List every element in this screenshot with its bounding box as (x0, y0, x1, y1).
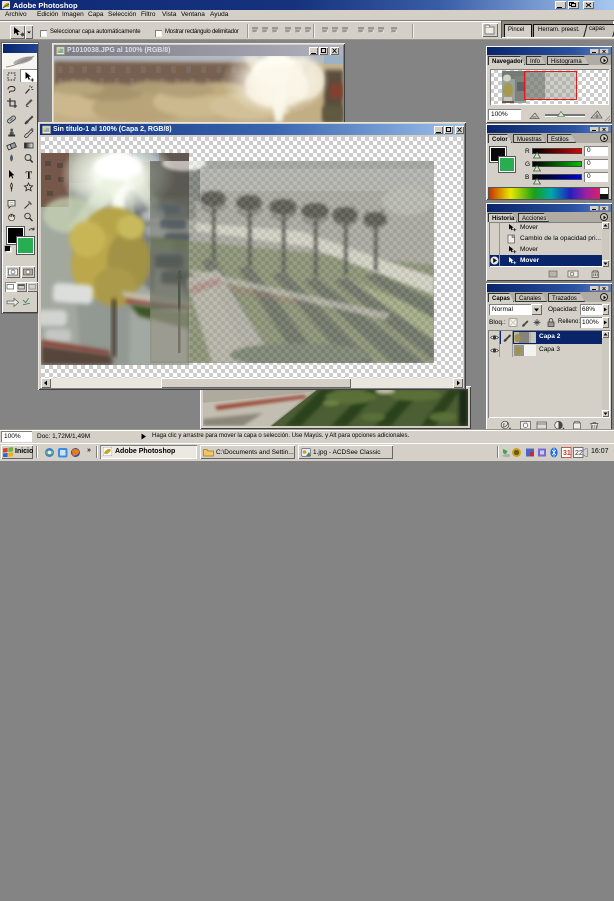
svg-text:31: 31 (563, 450, 571, 457)
svg-text:22: 22 (575, 450, 583, 457)
svg-text:T: T (26, 171, 33, 181)
